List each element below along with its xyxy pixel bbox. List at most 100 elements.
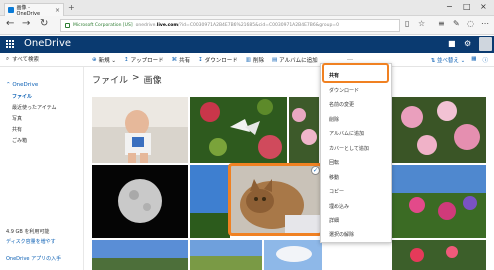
field-photo-thumbnail — [190, 240, 262, 270]
new-button[interactable]: ⊕ 新規 ⌄ — [92, 56, 116, 64]
photo-bottom-3[interactable] — [264, 240, 322, 270]
sort-button[interactable]: ⇅ 並べ替え ⌄ — [431, 56, 466, 64]
share-icon: ⌘ — [171, 57, 178, 63]
menu-item-add-to-album[interactable]: アルバムに追加 — [329, 130, 364, 137]
breadcrumb: ファイル > 画像 — [92, 73, 162, 86]
avatar[interactable] — [479, 37, 492, 51]
view-toggle-icon[interactable]: ▦ — [471, 56, 476, 64]
garden-photo-thumbnail — [392, 165, 486, 238]
notifications-icon[interactable]: ■ — [448, 39, 456, 48]
close-window-button[interactable]: × — [480, 2, 487, 11]
new-label: 新規 ⌄ — [98, 58, 116, 64]
share-button[interactable]: ⌘ 共有 — [172, 56, 191, 64]
sidebar-item-shared[interactable]: 共有 — [12, 126, 22, 133]
context-menu: 共有 ダウンロード 名前の変更 削除 アルバムに追加 カバーとして追加 回転 移… — [320, 63, 392, 243]
tab-close-icon[interactable]: × — [55, 7, 60, 14]
menu-item-details[interactable]: 詳細 — [329, 217, 339, 224]
sidebar-item-photos[interactable]: 写真 — [12, 115, 22, 122]
upload-icon: ↥ — [123, 57, 129, 63]
photo-butterfly[interactable] — [190, 97, 287, 163]
photo-bottom-1[interactable] — [92, 240, 188, 270]
album-icon: ▤ — [271, 57, 278, 63]
flower-photo-thumbnail — [289, 97, 319, 163]
search-placeholder: すべて検索 — [12, 57, 39, 63]
upload-button[interactable]: ↥ アップロード — [124, 56, 164, 64]
settings-gear-icon[interactable]: ⚙ — [464, 39, 471, 48]
tab-title: 画像 - OneDrive — [16, 4, 41, 17]
photo-sky-trees[interactable] — [190, 165, 230, 238]
download-button[interactable]: ↧ ダウンロード — [198, 56, 238, 64]
photo-garden[interactable] — [392, 165, 486, 238]
menu-item-rotate[interactable]: 回転 — [329, 159, 339, 166]
sky-bottom-photo-thumbnail — [92, 240, 188, 270]
pink-flower-photo-thumbnail — [392, 97, 486, 163]
minimize-button[interactable]: − — [446, 2, 453, 11]
delete-button[interactable]: ▥ 削除 — [246, 56, 264, 64]
sidebar-root-onedrive[interactable]: ⌃ OneDrive — [6, 82, 38, 88]
address-bar-row: ← → ↻ Microsoft Corporation [US] onedriv… — [0, 16, 494, 35]
menu-item-delete[interactable]: 削除 — [329, 116, 339, 123]
photo-flowers-right[interactable] — [289, 97, 319, 163]
breadcrumb-files[interactable]: ファイル — [92, 73, 128, 86]
onedrive-header: OneDrive ■ ⚙ — [0, 36, 494, 53]
storage-available: 4.9 GB を利用可能 — [6, 229, 50, 235]
refresh-icon[interactable]: ↻ — [40, 18, 48, 29]
notes-icon[interactable]: ✎ — [453, 19, 460, 28]
tulip-photo-thumbnail — [392, 240, 486, 270]
plus-circle-icon: ⊕ — [92, 57, 97, 63]
menu-item-embed[interactable]: 埋め込み — [329, 203, 349, 210]
menu-item-move[interactable]: 移動 — [329, 174, 339, 181]
reading-view-icon[interactable]: ▯ — [405, 19, 409, 28]
url-field[interactable]: Microsoft Corporation [US] onedrive.live… — [60, 19, 400, 32]
delete-label: 削除 — [252, 58, 264, 64]
share-label: 共有 — [179, 58, 191, 64]
url-host: live.com — [156, 23, 179, 28]
photo-pink-flowers[interactable] — [392, 97, 486, 163]
favorites-star-icon[interactable]: ☆ — [418, 19, 425, 28]
hub-icon[interactable]: ≡ — [438, 19, 445, 28]
photo-moon[interactable] — [92, 165, 188, 238]
trash-icon: ▥ — [245, 57, 251, 63]
info-icon[interactable]: ⓘ — [482, 56, 488, 64]
app-launcher-icon[interactable] — [6, 40, 14, 48]
checkmark-icon[interactable]: ✓ — [311, 166, 320, 175]
menu-item-set-as-cover[interactable]: カバーとして追加 — [329, 145, 369, 152]
breadcrumb-current: 画像 — [143, 76, 162, 86]
sky-photo-thumbnail — [190, 165, 230, 238]
more-menu-icon[interactable]: ⋯ — [481, 19, 489, 28]
menu-item-download[interactable]: ダウンロード — [329, 87, 359, 94]
forward-arrow-icon[interactable]: → — [22, 18, 30, 29]
selected-photo-highlight — [228, 163, 323, 236]
url-path: /?id=C0030971A2B4E7B6%21685&cid=C0030971… — [178, 23, 339, 28]
lock-icon — [65, 23, 70, 28]
get-more-storage-link[interactable]: ディスク容量を増やす — [6, 239, 80, 246]
add-to-album-button[interactable]: ▤ アルバムに追加 — [272, 56, 318, 64]
moon-photo-thumbnail — [92, 165, 188, 238]
maximize-button[interactable]: □ — [463, 2, 471, 11]
sidebar-item-recycle-bin[interactable]: ごみ箱 — [12, 137, 27, 144]
new-tab-button[interactable]: + — [68, 3, 75, 12]
sort-label: 並べ替え ⌄ — [436, 58, 466, 64]
back-arrow-icon[interactable]: ← — [6, 18, 14, 29]
share-icon[interactable]: ◌ — [467, 19, 474, 28]
sidebar-item-files[interactable]: ファイル — [12, 93, 32, 100]
add-to-album-label: アルバムに追加 — [279, 58, 318, 64]
menu-item-clear-selection[interactable]: 選択の解除 — [329, 231, 354, 238]
share-menu-highlight — [322, 63, 389, 83]
onedrive-title[interactable]: OneDrive — [24, 38, 71, 49]
download-label: ダウンロード — [204, 58, 238, 64]
browser-tab[interactable]: 画像 - OneDrive × — [4, 3, 64, 17]
url-prefix: onedrive. — [135, 23, 157, 28]
get-onedrive-apps-link[interactable]: OneDrive アプリの入手 — [6, 256, 80, 263]
photo-bottom-2[interactable] — [190, 240, 262, 270]
more-commands-button[interactable]: … — [347, 55, 353, 62]
photo-child-white-outfit[interactable] — [92, 97, 188, 163]
breadcrumb-separator: > — [132, 73, 140, 83]
menu-item-copy[interactable]: コピー — [329, 188, 344, 195]
upload-label: アップロード — [130, 58, 164, 64]
child-photo-thumbnail — [92, 97, 188, 163]
menu-item-rename[interactable]: 名前の変更 — [329, 101, 354, 108]
sidebar-item-recent[interactable]: 最近使ったアイテム — [12, 104, 57, 111]
photo-bottom-4[interactable] — [392, 240, 486, 270]
search-box[interactable]: ⌕ すべて検索 — [6, 55, 39, 64]
